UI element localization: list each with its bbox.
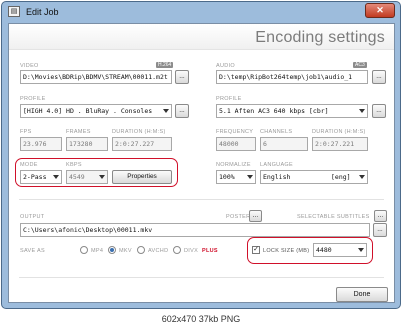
channels-field: 6 bbox=[260, 137, 308, 151]
save-as-divx-radio[interactable] bbox=[173, 246, 181, 254]
save-as-label: SAVE AS bbox=[20, 248, 45, 254]
chevron-down-icon bbox=[247, 175, 253, 179]
fps-field: 23.976 bbox=[20, 137, 62, 151]
output-path-field[interactable]: C:\Users\afonic\Desktop\00011.mkv bbox=[20, 223, 370, 237]
subtitles-button[interactable]: ... bbox=[374, 210, 387, 222]
window-icon: ▤ bbox=[8, 6, 20, 17]
audio-profile-button[interactable]: ... bbox=[372, 104, 386, 118]
footer-divider bbox=[19, 277, 384, 278]
save-as-divx-plus-label: PLUS bbox=[202, 248, 218, 254]
save-as-mkv-label: MKV bbox=[119, 248, 132, 254]
output-label: OUTPUT bbox=[20, 214, 45, 220]
video-profile-label: PROFILE bbox=[20, 96, 46, 102]
audio-profile-label: PROFILE bbox=[216, 96, 242, 102]
dialog-client-area: Encoding settings VIDEO H.264 D:\Movies\… bbox=[8, 23, 395, 303]
poster-label: POSTER bbox=[226, 214, 251, 220]
normalize-select[interactable]: 100% bbox=[216, 170, 256, 184]
window-title: Edit Job bbox=[26, 7, 59, 17]
header: Encoding settings bbox=[9, 24, 394, 50]
mode-highlight-annotation bbox=[15, 158, 178, 187]
audio-duration-label: DURATION (H:M:S) bbox=[312, 129, 366, 135]
video-label: VIDEO bbox=[20, 63, 39, 69]
video-path-field[interactable]: D:\Movies\BDRip\BDMV\STREAM\00011.m2t bbox=[20, 70, 172, 84]
done-button[interactable]: Done bbox=[336, 287, 388, 302]
audio-duration-field: 2:0:27.221 bbox=[312, 137, 368, 151]
frequency-label: FREQUENCY bbox=[216, 129, 254, 135]
video-duration-field: 2:0:27.227 bbox=[112, 137, 172, 151]
audio-label: AUDIO bbox=[216, 63, 235, 69]
audio-profile-value: 5.1 Aften AC3 640 kbps [cbr] bbox=[219, 107, 329, 115]
normalize-label: NORMALIZE bbox=[216, 162, 251, 168]
save-as-avchd-label: AVCHD bbox=[148, 248, 169, 254]
poster-button[interactable]: ... bbox=[249, 210, 262, 222]
video-profile-select[interactable]: [HIGH 4.0] HD . BluRay . Consoles bbox=[20, 104, 172, 118]
fps-label: FPS bbox=[20, 129, 32, 135]
channels-label: CHANNELS bbox=[260, 129, 293, 135]
audio-path-field[interactable]: D:\temp\RipBot264temp\job1\audio_1 bbox=[216, 70, 368, 84]
language-code: [eng] bbox=[331, 173, 351, 181]
subtitles-label: SELECTABLE SUBTITLES bbox=[297, 214, 370, 220]
title-bar[interactable]: ▤ Edit Job ✕ bbox=[2, 2, 400, 22]
video-profile-value: [HIGH 4.0] HD . BluRay . Consoles bbox=[23, 107, 153, 115]
audio-codec-badge: AC3 bbox=[353, 62, 367, 68]
video-codec-badge: H.264 bbox=[156, 62, 174, 68]
output-browse-button[interactable]: ... bbox=[373, 223, 387, 237]
language-name: English bbox=[263, 173, 291, 181]
lock-size-highlight-annotation bbox=[247, 237, 373, 264]
frequency-field: 48000 bbox=[216, 137, 256, 151]
save-as-mp4-radio[interactable] bbox=[80, 246, 88, 254]
image-caption: 602x470 37kb PNG bbox=[161, 314, 241, 324]
save-as-divx-label: DIVX bbox=[184, 248, 199, 254]
save-as-avchd-radio[interactable] bbox=[137, 246, 145, 254]
chevron-down-icon bbox=[359, 175, 365, 179]
chevron-down-icon bbox=[359, 109, 365, 113]
page-title: Encoding settings bbox=[255, 29, 385, 46]
save-as-mp4-label: MP4 bbox=[91, 248, 104, 254]
video-duration-label: DURATION (H:M:S) bbox=[112, 129, 166, 135]
normalize-value: 100% bbox=[219, 173, 235, 181]
frames-label: FRAMES bbox=[66, 129, 91, 135]
close-button[interactable]: ✕ bbox=[365, 3, 395, 18]
language-select[interactable]: English [eng] bbox=[260, 170, 368, 184]
audio-profile-select[interactable]: 5.1 Aften AC3 640 kbps [cbr] bbox=[216, 104, 368, 118]
chevron-down-icon bbox=[163, 109, 169, 113]
section-divider bbox=[19, 199, 384, 200]
video-profile-button[interactable]: ... bbox=[175, 104, 189, 118]
video-browse-button[interactable]: ... bbox=[175, 70, 189, 84]
language-label: LANGUAGE bbox=[260, 162, 293, 168]
save-as-mkv-radio[interactable] bbox=[108, 246, 116, 254]
edit-job-window: ▤ Edit Job ✕ Encoding settings VIDEO H.2… bbox=[1, 1, 401, 309]
audio-browse-button[interactable]: ... bbox=[372, 70, 386, 84]
frames-field: 173280 bbox=[66, 137, 108, 151]
